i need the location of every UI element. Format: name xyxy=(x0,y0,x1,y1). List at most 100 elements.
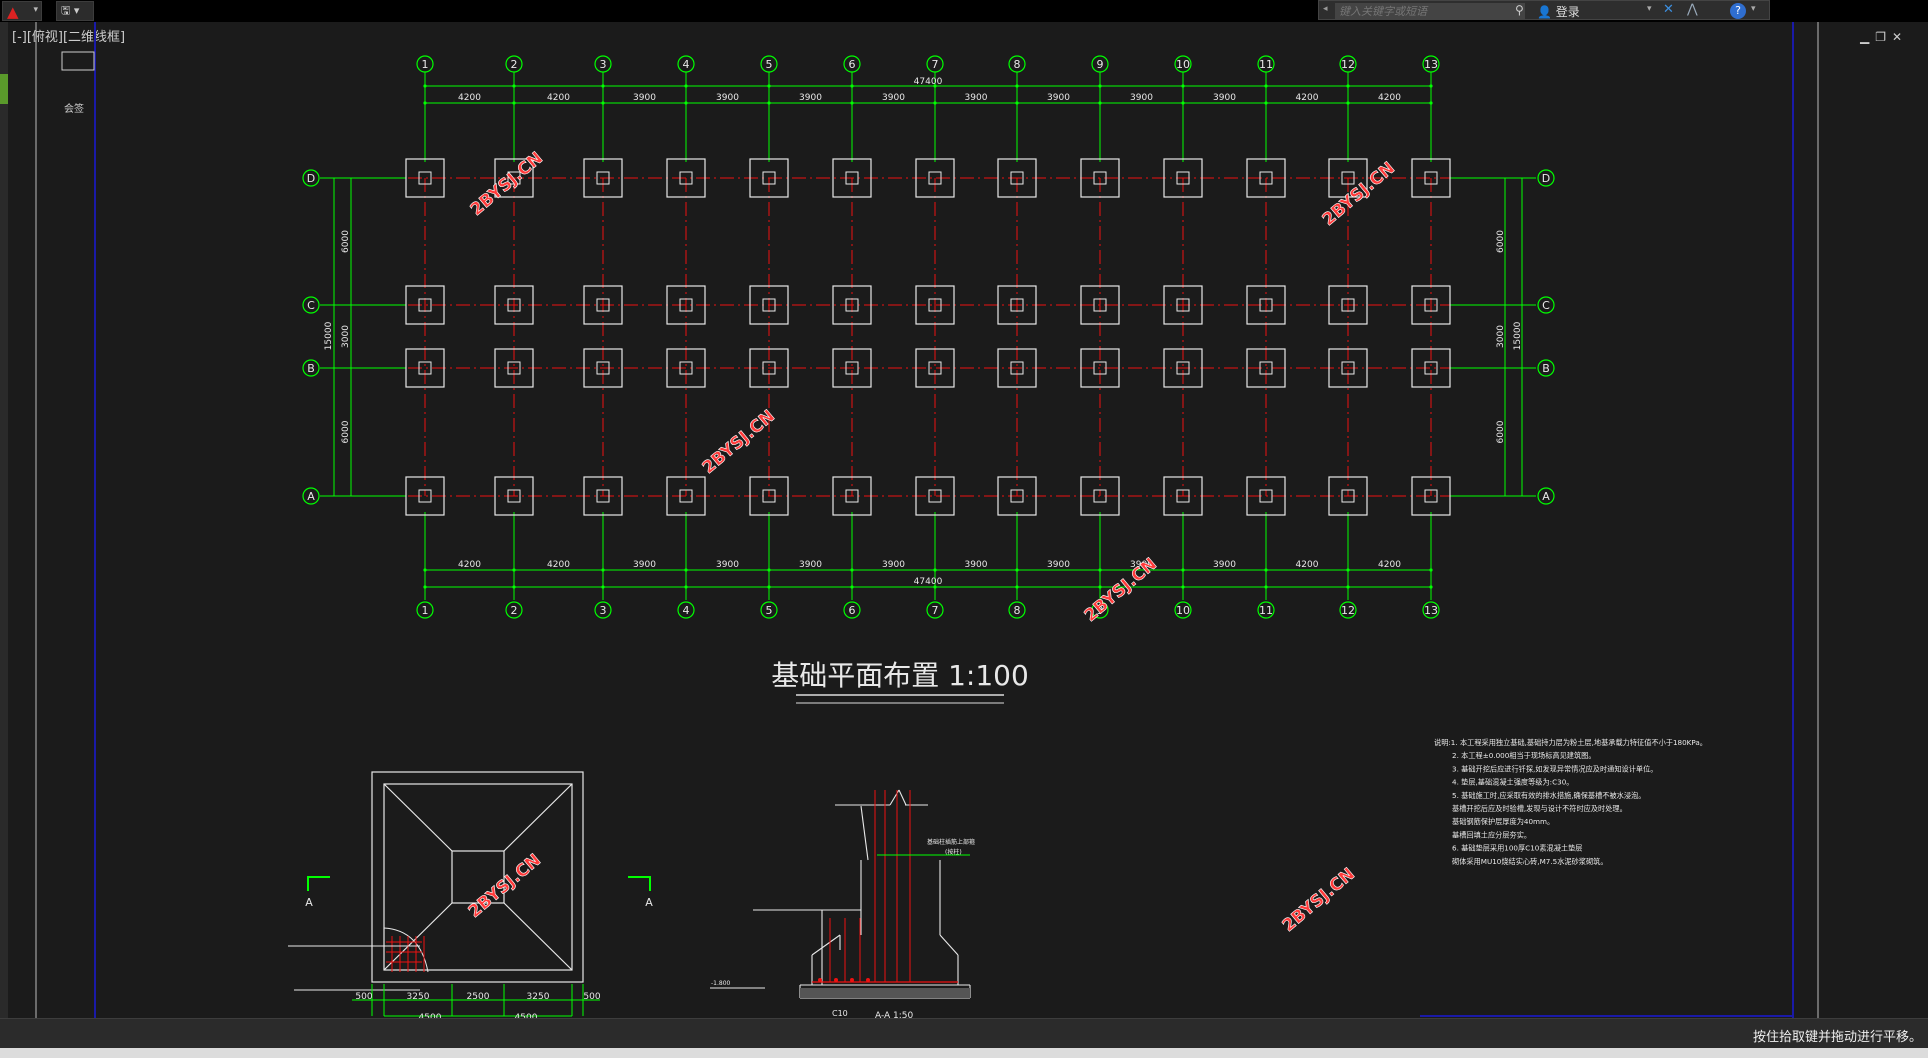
dim-tick xyxy=(1181,585,1185,589)
dim-tick xyxy=(601,585,605,589)
foundation-plan: 4200 4200 3900 3900 3900 3900 3900 3900 3900 3900… xyxy=(302,55,1555,619)
dim-tick xyxy=(850,101,854,105)
dim-tick xyxy=(423,568,427,572)
binding-box xyxy=(61,51,95,71)
dim-tick xyxy=(684,101,688,105)
dim-tick xyxy=(1429,585,1433,589)
section-mark xyxy=(307,876,330,891)
design-notes: 说明:1. 本工程采用独立基础,基础持力层为粉土层,地基承载力特征值不小于180… xyxy=(1434,738,1707,866)
drawing-canvas[interactable]: 会签 4200 4200 3900 3900 3900 3900 3900 3900 3900 3… xyxy=(0,0,1928,1018)
dim-tick xyxy=(1015,84,1019,88)
watermark: 2BYSJ.CN xyxy=(1279,864,1359,936)
grid-number: 5 xyxy=(766,58,773,71)
grid-number: 6 xyxy=(849,58,856,71)
span-dimension: 4200 xyxy=(458,560,481,570)
grid-number: 3 xyxy=(600,58,607,71)
watermark: 2BYSJ.CN xyxy=(699,406,779,478)
span-dimension: 3900 xyxy=(965,560,988,570)
dim-tick xyxy=(933,568,937,572)
side-dimension: 6000 xyxy=(1496,420,1506,443)
total-dimension: 47400 xyxy=(914,577,943,587)
footing-detail: A A500 3250 2500 3250 5004500 4500 xyxy=(288,771,653,1018)
span-dimension: 3900 xyxy=(1047,93,1070,103)
side-dimension: 6000 xyxy=(341,420,351,443)
rebar-dot xyxy=(834,978,838,982)
footing-section: 基础柱插筋上部箍 (按柱) -1.800 C10 A-A 1:50 xyxy=(710,789,975,1018)
dim-tick xyxy=(1181,568,1185,572)
total-width: 15000 xyxy=(1513,321,1523,350)
grid-letter: A xyxy=(1542,490,1550,503)
dim-tick xyxy=(767,568,771,572)
section-outline xyxy=(898,789,907,806)
dim-tick xyxy=(1346,84,1350,88)
span-dimension: 3900 xyxy=(633,560,656,570)
dim-tick xyxy=(933,101,937,105)
grid-letter: B xyxy=(307,362,315,375)
dim-tick xyxy=(1429,568,1433,572)
grid-letter: D xyxy=(1542,172,1550,185)
grid-number: 1 xyxy=(422,604,429,617)
side-dimension: 3000 xyxy=(341,325,351,348)
grid-number: 7 xyxy=(932,604,939,617)
dim-tick xyxy=(850,568,854,572)
span-dimension: 3900 xyxy=(1047,560,1070,570)
grid-number: 4 xyxy=(683,604,690,617)
level-label: -1.800 xyxy=(711,980,731,987)
note-line: 基槽开挖后应及时验槽,发现与设计不符时应及时处理。 xyxy=(1452,804,1627,813)
dim-tick xyxy=(512,101,516,105)
rebar-dot xyxy=(850,978,854,982)
span-dimension: 3900 xyxy=(716,93,739,103)
grid-number: 2 xyxy=(511,604,518,617)
grid-number: 8 xyxy=(1014,58,1021,71)
detail-dimension: 2500 xyxy=(467,992,490,1002)
total-width: 15000 xyxy=(324,321,334,350)
dim-tick xyxy=(767,101,771,105)
dim-tick xyxy=(684,568,688,572)
grid-letter: B xyxy=(1542,362,1550,375)
slope-line xyxy=(383,902,453,971)
dim-tick xyxy=(1264,585,1268,589)
span-dimension: 3900 xyxy=(882,560,905,570)
span-dimension: 3900 xyxy=(1213,93,1236,103)
grid-letter: C xyxy=(307,299,315,312)
dim-tick xyxy=(1015,101,1019,105)
grid-number: 1 xyxy=(422,58,429,71)
dim-tick xyxy=(850,84,854,88)
section-outline xyxy=(939,934,959,956)
span-dimension: 3900 xyxy=(716,560,739,570)
side-dimension: 6000 xyxy=(341,230,351,253)
grid-number: 12 xyxy=(1341,604,1355,617)
grid-number: 4 xyxy=(683,58,690,71)
dim-tick xyxy=(1346,101,1350,105)
dim-tick xyxy=(1015,568,1019,572)
section-outline xyxy=(860,805,869,861)
dim-tick xyxy=(423,101,427,105)
section-outline xyxy=(811,934,841,956)
watermark: 2BYSJ.CN xyxy=(465,850,545,922)
section-title: A-A 1:50 xyxy=(875,1011,914,1018)
grid-number: 11 xyxy=(1259,604,1273,617)
span-dimension: 3900 xyxy=(1213,560,1236,570)
detail-dimension: 500 xyxy=(583,992,600,1002)
side-dimension: 6000 xyxy=(1496,230,1506,253)
section-callout: (按柱) xyxy=(945,848,962,856)
c10-label: C10 xyxy=(832,1009,848,1018)
status-message: 按住拾取键并拖动进行平移。 xyxy=(1752,1030,1922,1045)
note-line: 说明:1. 本工程采用独立基础,基础持力层为粉土层,地基承载力特征值不小于180… xyxy=(1434,738,1707,747)
rebar-arc xyxy=(383,927,429,973)
dim-tick xyxy=(1264,101,1268,105)
dim-tick xyxy=(601,568,605,572)
grid-letter: A xyxy=(307,490,315,503)
dim-tick xyxy=(423,84,427,88)
grid-number: 9 xyxy=(1097,58,1104,71)
note-line: 2. 本工程±0.000相当于现场标高见建筑图。 xyxy=(1452,751,1596,760)
dim-tick xyxy=(1098,101,1102,105)
note-line: 6. 基础垫层采用100厚C10素混凝土垫层 xyxy=(1452,844,1582,853)
watermark: 2BYSJ.CN xyxy=(1081,554,1161,626)
dim-tick xyxy=(512,585,516,589)
total-dimension: 47400 xyxy=(914,77,943,87)
dim-tick xyxy=(767,585,771,589)
dim-tick xyxy=(767,84,771,88)
dim-tick xyxy=(1346,585,1350,589)
dim-tick xyxy=(1264,568,1268,572)
